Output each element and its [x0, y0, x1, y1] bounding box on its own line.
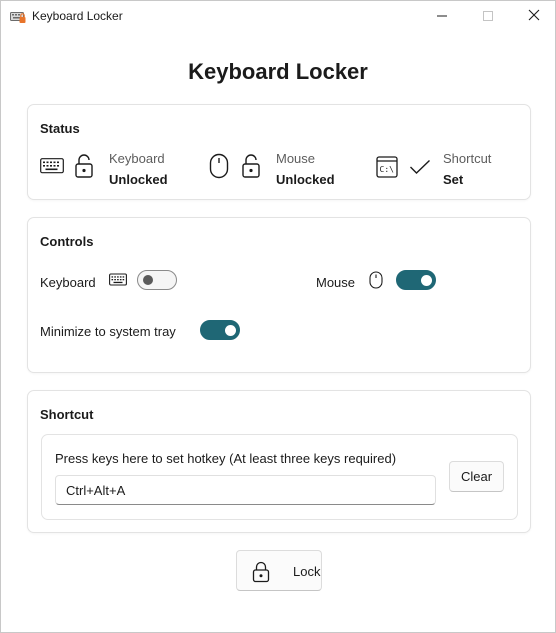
mouse-lock-toggle[interactable]	[396, 270, 436, 290]
keyboard-lock-toggle[interactable]	[137, 270, 177, 290]
toggle-knob	[225, 324, 236, 336]
page-title: Keyboard Locker	[188, 59, 368, 84]
keyboard-lock-icon	[10, 10, 26, 24]
title-bar[interactable]: Keyboard Locker	[1, 1, 555, 33]
minimize-icon	[437, 8, 447, 26]
minimize-button[interactable]	[419, 1, 465, 33]
toggle-knob	[421, 274, 432, 286]
padlock-icon	[252, 561, 270, 588]
mouse-status-label: Mouse	[276, 151, 316, 166]
keyboard-toggle-label: Keyboard	[40, 275, 96, 290]
keyboard-icon	[40, 157, 64, 180]
app-window: Keyboard Locker Keyboard Locker Status K…	[0, 0, 556, 633]
window-title: Keyboard Locker	[32, 9, 123, 23]
lock-button[interactable]: Lock	[236, 550, 322, 591]
hotkey-panel: Press keys here to set hotkey (At least …	[41, 434, 518, 520]
tray-toggle-label: Minimize to system tray	[40, 324, 176, 339]
keyboard-icon	[109, 273, 127, 292]
status-card: Status Keyboard Unlocked Mouse Unlocked …	[27, 104, 531, 200]
status-title: Status	[40, 121, 80, 136]
shortcut-title: Shortcut	[40, 407, 94, 422]
keyboard-status-value: Unlocked	[109, 172, 168, 187]
mouse-toggle-label: Mouse	[316, 275, 356, 290]
controls-card: Controls Keyboard Mouse Minimize to syst…	[27, 217, 531, 373]
svg-text:C:\: C:\	[380, 165, 395, 174]
command-prompt-icon: C:\	[376, 156, 398, 183]
hotkey-input[interactable]	[55, 475, 436, 505]
shortcut-status-value: Set	[443, 172, 464, 187]
close-button[interactable]	[511, 1, 555, 33]
unlocked-padlock-icon	[74, 153, 94, 184]
maximize-icon	[483, 8, 493, 26]
shortcut-status-label: Shortcut	[443, 151, 492, 166]
mouse-status-value: Unlocked	[276, 172, 335, 187]
checkmark-icon	[409, 159, 431, 180]
minimize-to-tray-toggle[interactable]	[200, 320, 240, 340]
close-icon	[528, 8, 540, 26]
mouse-icon	[209, 153, 229, 184]
controls-title: Controls	[40, 234, 94, 249]
toggle-knob	[143, 275, 153, 285]
unlocked-padlock-icon	[241, 153, 261, 184]
keyboard-status-label: Keyboard	[109, 151, 165, 166]
lock-button-label: Lock	[293, 564, 321, 579]
mouse-icon	[369, 271, 383, 294]
clear-button[interactable]: Clear	[449, 461, 504, 492]
hotkey-hint: Press keys here to set hotkey (At least …	[55, 451, 397, 466]
shortcut-card: Shortcut Press keys here to set hotkey (…	[27, 390, 531, 533]
maximize-button[interactable]	[465, 1, 511, 33]
